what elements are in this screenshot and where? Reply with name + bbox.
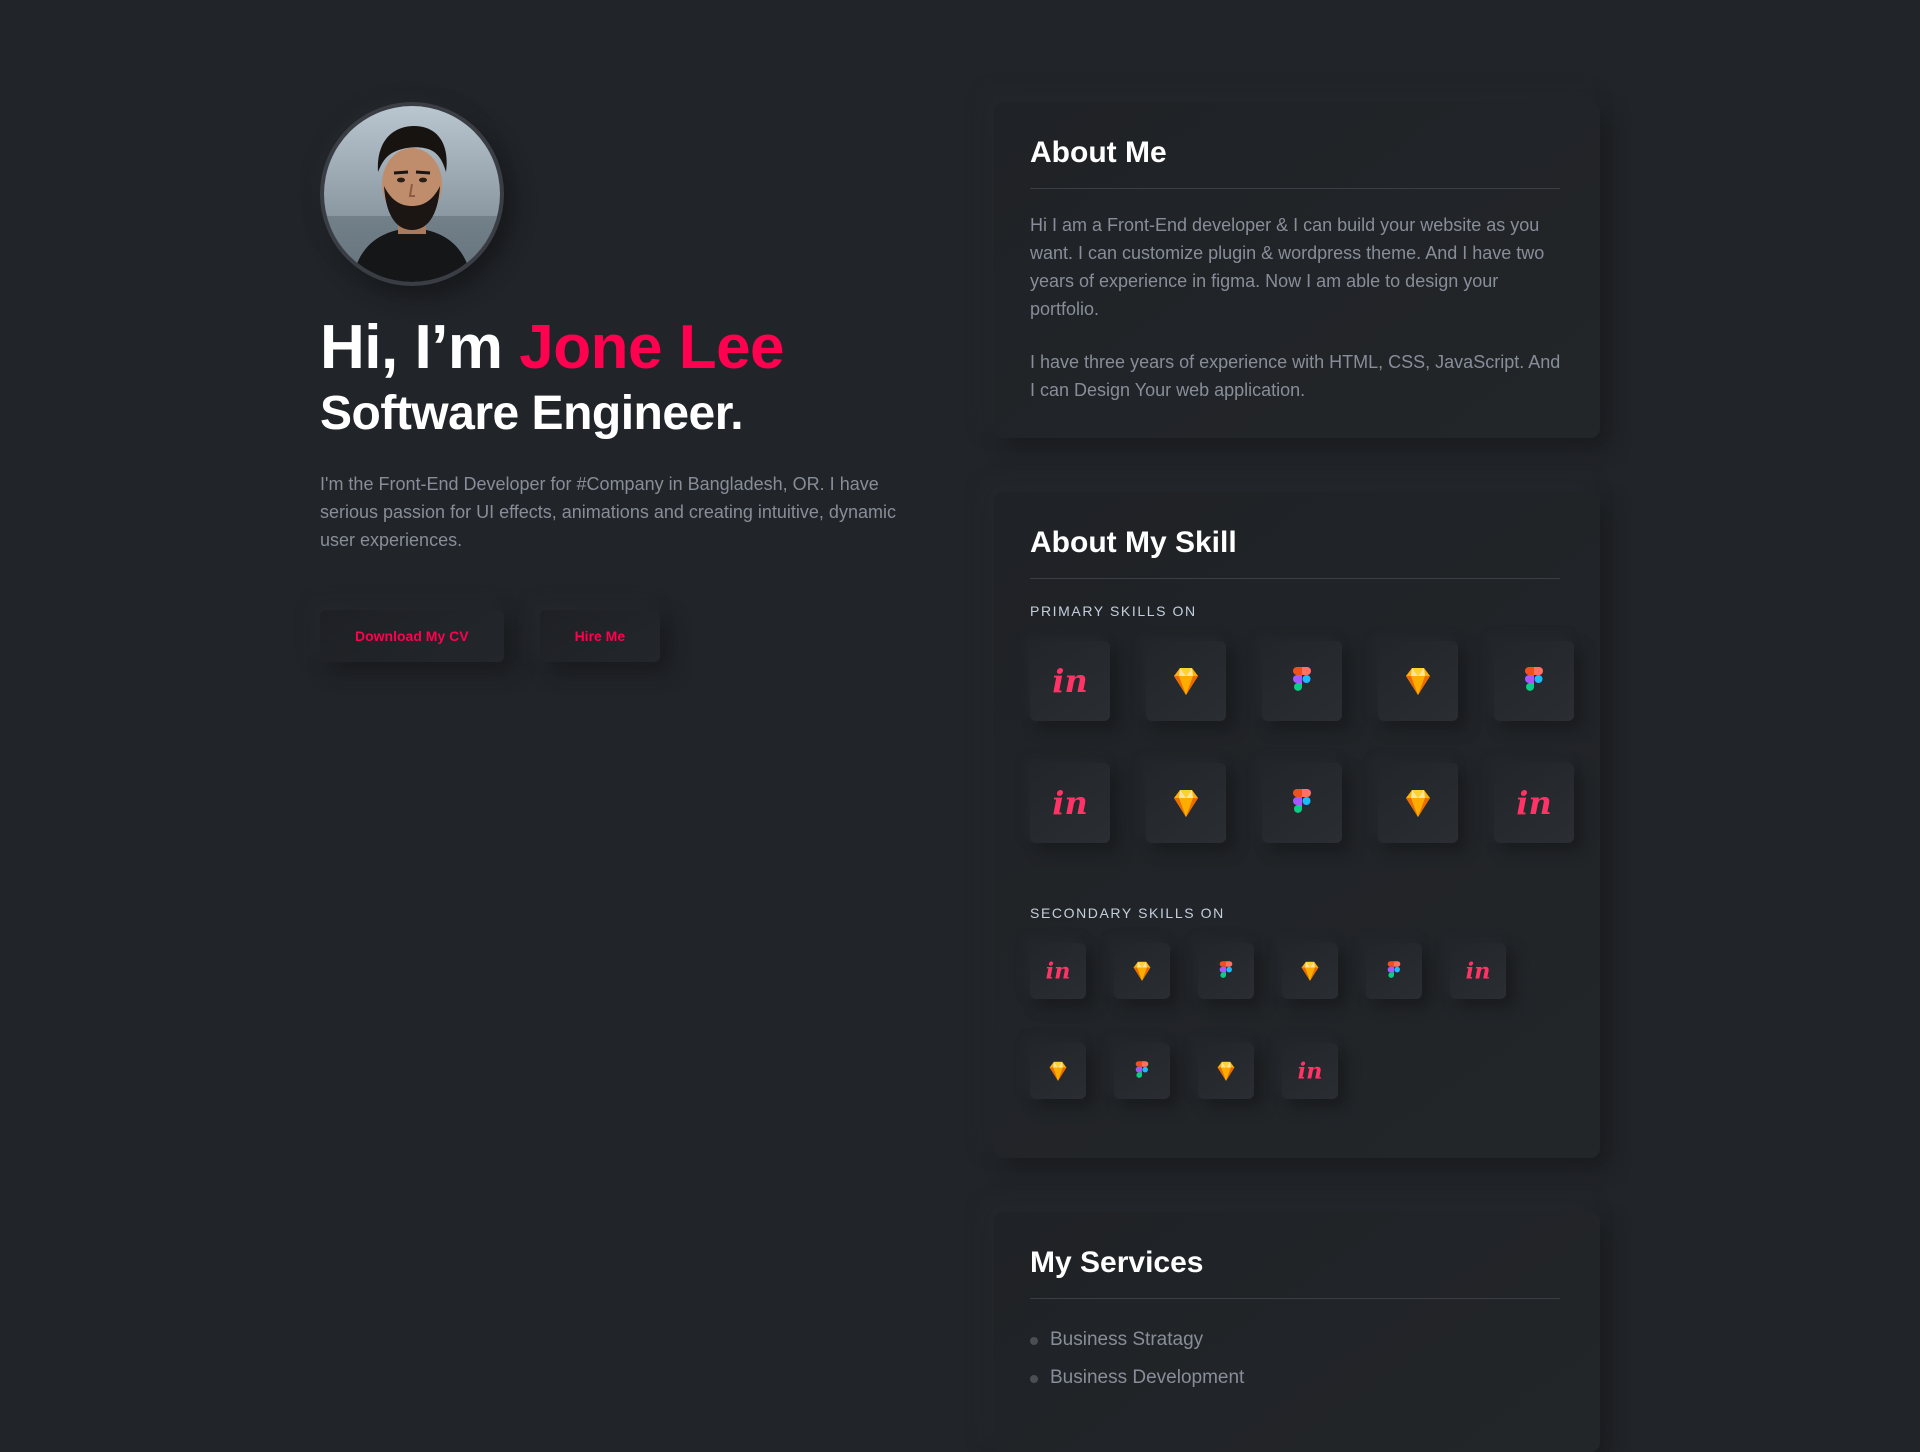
secondary-skills-label: SECONDARY SKILLS ON [1030,905,1225,921]
download-cv-button[interactable]: Download My CV [320,610,504,662]
sketch-icon [1212,1057,1240,1085]
invision-icon: in [1050,783,1090,823]
services-list: Business Stratagy Business Development [1030,1321,1560,1397]
skill-tile-invision[interactable]: in [1450,943,1506,999]
skill-tile-sketch[interactable] [1030,1043,1086,1099]
sketch-icon [1398,661,1438,701]
sketch-icon [1044,1057,1072,1085]
hero-section: Hi, I’m Jone Lee Software Engineer. I'm … [320,102,920,662]
svg-text:in: in [1052,784,1087,822]
hire-me-button[interactable]: Hire Me [539,610,661,662]
my-services-card: My Services Business Stratagy Business D… [994,1212,1600,1452]
skill-tile-invision[interactable]: in [1030,763,1110,843]
skill-tile-invision[interactable]: in [1030,943,1086,999]
invision-icon: in [1050,661,1090,701]
skill-tile-figma[interactable] [1366,943,1422,999]
about-skill-title: About My Skill [1030,524,1560,579]
invision-icon: in [1514,783,1554,823]
service-item: Business Development [1030,1359,1560,1397]
figma-icon [1212,957,1240,985]
about-me-title: About Me [1030,134,1560,189]
hero-role: Software Engineer. [320,387,744,440]
hero-actions: Download My CV Hire Me [320,610,920,662]
sketch-icon [1166,783,1206,823]
figma-icon [1282,783,1322,823]
figma-icon [1282,661,1322,701]
skill-tile-sketch[interactable] [1282,943,1338,999]
svg-text:in: in [1298,1059,1323,1085]
skill-tile-figma[interactable] [1198,943,1254,999]
skill-tile-invision[interactable]: in [1494,763,1574,843]
primary-skills-grid: in in in [1030,641,1574,843]
skill-tile-sketch[interactable] [1114,943,1170,999]
profile-photo [324,106,500,282]
hero-intro: I'm the Front-End Developer for #Company… [320,474,896,550]
about-skill-card: About My Skill PRIMARY SKILLS ON in in i… [994,492,1600,1158]
svg-text:in: in [1052,662,1087,700]
about-me-card: About Me Hi I am a Front-End developer &… [994,102,1600,438]
skill-tile-figma[interactable] [1262,641,1342,721]
skill-tile-sketch[interactable] [1378,641,1458,721]
greeting-text: Hi, I’m [320,313,520,382]
skill-tile-invision[interactable]: in [1282,1043,1338,1099]
svg-text:in: in [1046,959,1071,985]
figma-icon [1380,957,1408,985]
skill-tile-sketch[interactable] [1146,641,1226,721]
sketch-icon [1128,957,1156,985]
skill-tile-sketch[interactable] [1378,763,1458,843]
figma-icon [1128,1057,1156,1085]
sketch-icon [1398,783,1438,823]
my-services-title: My Services [1030,1244,1560,1299]
sketch-icon [1296,957,1324,985]
figma-icon [1514,661,1554,701]
secondary-skills-grid: in in in [1030,943,1560,1099]
invision-icon: in [1464,957,1492,985]
skill-tile-figma[interactable] [1114,1043,1170,1099]
service-item: Business Stratagy [1030,1321,1560,1359]
skill-tile-sketch[interactable] [1198,1043,1254,1099]
hero-greeting: Hi, I’m Jone Lee [320,316,920,380]
about-paragraph: Hi I am a Front-End developer & I can bu… [1030,215,1545,319]
skill-tile-figma[interactable] [1494,641,1574,721]
invision-icon: in [1296,1057,1324,1085]
svg-text:in: in [1466,959,1491,985]
svg-text:in: in [1516,784,1551,822]
invision-icon: in [1044,957,1072,985]
skill-tile-sketch[interactable] [1146,763,1226,843]
profile-avatar [320,102,504,286]
skill-tile-invision[interactable]: in [1030,641,1110,721]
about-paragraph: I have three years of experience with HT… [1030,352,1561,400]
hero-name: Jone Lee [519,313,785,382]
skill-tile-figma[interactable] [1262,763,1342,843]
sketch-icon [1166,661,1206,701]
primary-skills-label: PRIMARY SKILLS ON [1030,603,1197,619]
